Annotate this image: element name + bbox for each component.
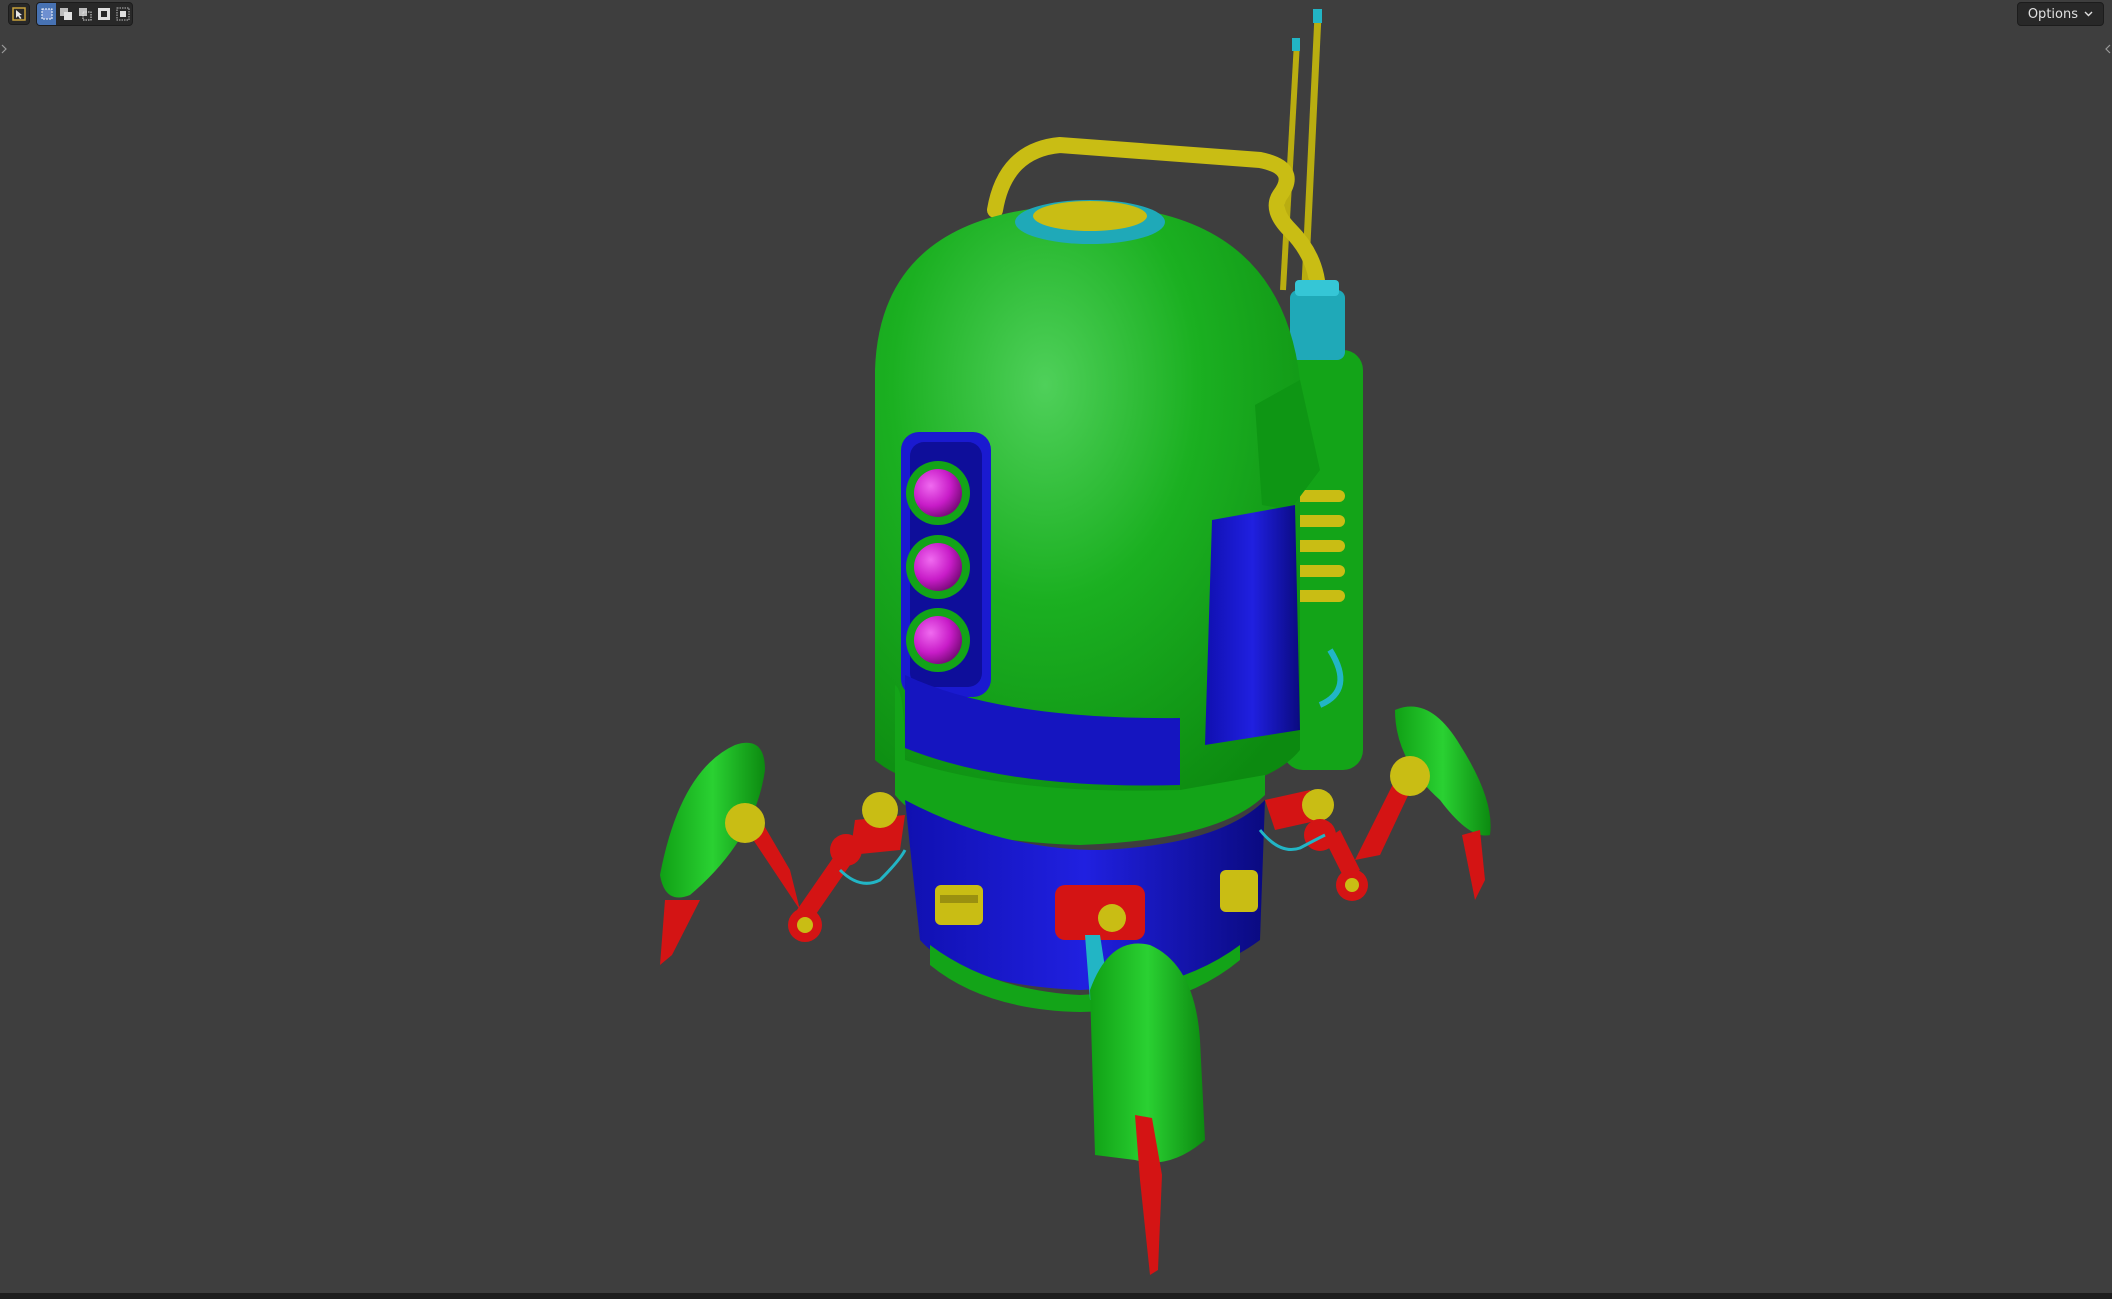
top-cap	[1015, 200, 1165, 244]
indicator-light-3	[906, 608, 970, 672]
light-panel	[901, 432, 991, 697]
indicator-light-1	[906, 461, 970, 525]
front-leg	[1085, 935, 1205, 1275]
3d-viewport[interactable]: Options	[0, 0, 2112, 1299]
side-blue-panel	[1205, 505, 1300, 745]
left-leg	[660, 742, 905, 965]
indicator-light-2	[906, 535, 970, 599]
viewport-bottom-edge	[0, 1293, 2112, 1299]
robot-drone-model[interactable]	[0, 0, 2112, 1299]
